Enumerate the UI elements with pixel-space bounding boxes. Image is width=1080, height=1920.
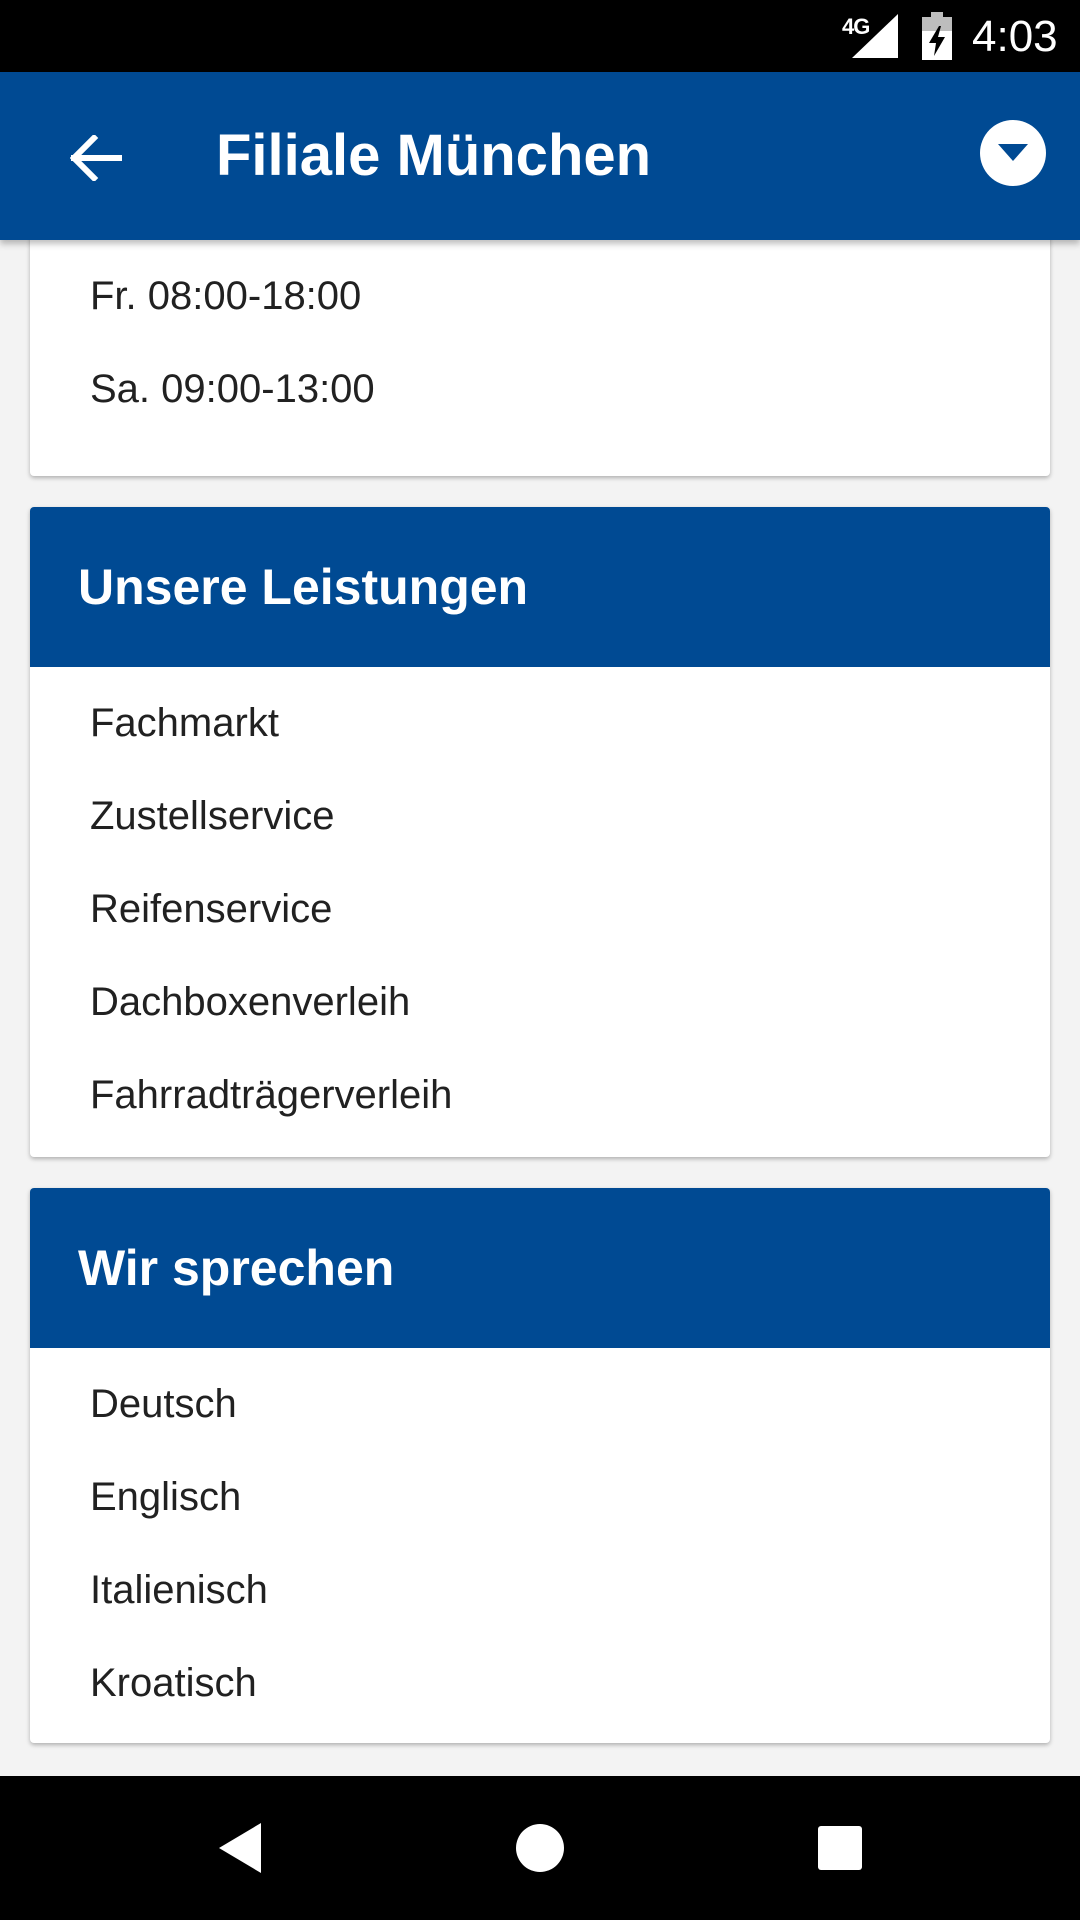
opening-hours-item: Sa. 09:00-13:00: [90, 367, 375, 411]
languages-header: Wir sprechen: [30, 1188, 1050, 1348]
battery-charging-icon: [922, 12, 952, 60]
circle-home-icon: [516, 1824, 564, 1872]
opening-hours-list: Fr. 08:00-18:00 Sa. 09:00-13:00: [30, 240, 1050, 436]
chevron-down-icon: [998, 144, 1028, 161]
service-item: Reifenservice: [90, 887, 333, 931]
dropdown-button[interactable]: [980, 120, 1046, 186]
languages-card: Wir sprechen Deutsch Englisch Italienisc…: [30, 1188, 1050, 1743]
triangle-back-icon: [219, 1823, 261, 1873]
app-bar: Filiale München: [0, 72, 1080, 240]
language-item: Italienisch: [90, 1568, 268, 1612]
status-bar: 4G 4:03: [0, 0, 1080, 72]
content-scroll-area[interactable]: Fr. 08:00-18:00 Sa. 09:00-13:00 Unsere L…: [0, 240, 1080, 1776]
screen: 4G 4:03 Filiale München Fr. 08:00-18:00 …: [0, 0, 1080, 1920]
opening-hours-card: Fr. 08:00-18:00 Sa. 09:00-13:00: [30, 240, 1050, 476]
language-item: Kroatisch: [90, 1661, 257, 1705]
nav-home-button[interactable]: [504, 1812, 576, 1884]
language-item: Englisch: [90, 1475, 242, 1519]
signal-icon: [852, 14, 898, 58]
services-card: Unsere Leistungen Fachmarkt Zustellservi…: [30, 507, 1050, 1157]
nav-back-button[interactable]: [204, 1812, 276, 1884]
page-title: Filiale München: [216, 123, 652, 188]
square-recents-icon: [818, 1826, 862, 1870]
arrow-left-icon: [70, 135, 122, 181]
nav-recents-button[interactable]: [804, 1812, 876, 1884]
languages-list: Deutsch Englisch Italienisch Kroatisch: [30, 1348, 1050, 1730]
back-button[interactable]: [56, 118, 136, 198]
system-nav-bar: [0, 1776, 1080, 1920]
services-list: Fachmarkt Zustellservice Reifenservice D…: [30, 667, 1050, 1142]
service-item: Zustellservice: [90, 794, 335, 838]
services-header: Unsere Leistungen: [30, 507, 1050, 667]
opening-hours-item: Fr. 08:00-18:00: [90, 274, 362, 318]
service-item: Fahrradträgerverleih: [90, 1073, 453, 1117]
service-item: Fachmarkt: [90, 701, 279, 745]
status-time: 4:03: [972, 12, 1058, 61]
service-item: Dachboxenverleih: [90, 980, 411, 1024]
language-item: Deutsch: [90, 1382, 237, 1426]
